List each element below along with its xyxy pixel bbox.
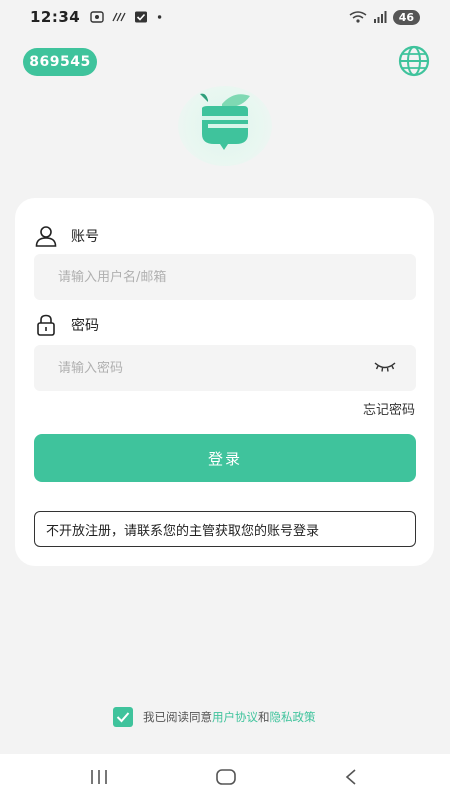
agreement-checkbox[interactable] [113, 707, 133, 727]
registration-notice: 不开放注册，请联系您的主管获取您的账号登录 [34, 511, 416, 547]
eye-closed-icon[interactable] [374, 360, 396, 374]
signal-icon [373, 11, 387, 23]
back-icon[interactable] [344, 768, 358, 786]
navigation-bar [0, 754, 450, 800]
user-agreement-link[interactable]: 用户协议 [212, 709, 258, 725]
recent-apps-icon[interactable] [89, 768, 109, 786]
battery-icon: 46 [392, 9, 420, 25]
forgot-password-link[interactable]: 忘记密码 [363, 399, 415, 418]
account-label: 账号 [71, 229, 99, 245]
password-field[interactable] [34, 345, 416, 391]
agreement-prefix: 我已阅读同意 [143, 710, 212, 724]
dot-icon [158, 15, 162, 19]
status-right: 46 [349, 9, 420, 25]
home-icon[interactable] [215, 768, 237, 786]
status-icons-left [90, 11, 166, 23]
globe-icon[interactable] [398, 45, 430, 77]
account-input[interactable] [58, 269, 392, 285]
agreement-row: 我已阅读同意 用户协议和隐私政策 [113, 707, 316, 727]
app-logo [178, 86, 272, 166]
login-card: 账号 密码 忘记密码 登录 不开放注册，请联系您的主管获取您的账号登录 [15, 198, 434, 566]
status-bar: 12:34 46 [0, 0, 450, 34]
wifi-icon [349, 11, 367, 23]
lock-icon [37, 314, 55, 336]
app-logo-icon [200, 93, 250, 150]
account-label-row: 账号 [35, 225, 99, 247]
password-input[interactable] [58, 360, 392, 376]
user-icon [35, 226, 57, 247]
screen-record-icon [90, 11, 104, 23]
login-button[interactable]: 登录 [34, 434, 416, 482]
check-box-icon [135, 11, 148, 23]
id-badge: 869545 [23, 48, 97, 76]
privacy-policy-link[interactable]: 隐私政策 [270, 709, 316, 725]
nfc-icon [112, 12, 126, 22]
password-label: 密码 [71, 318, 99, 334]
status-time: 12:34 [30, 8, 81, 26]
agreement-and: 和 [258, 710, 270, 724]
account-field[interactable] [34, 254, 416, 300]
checkmark-icon [116, 712, 130, 723]
password-label-row: 密码 [35, 314, 99, 336]
